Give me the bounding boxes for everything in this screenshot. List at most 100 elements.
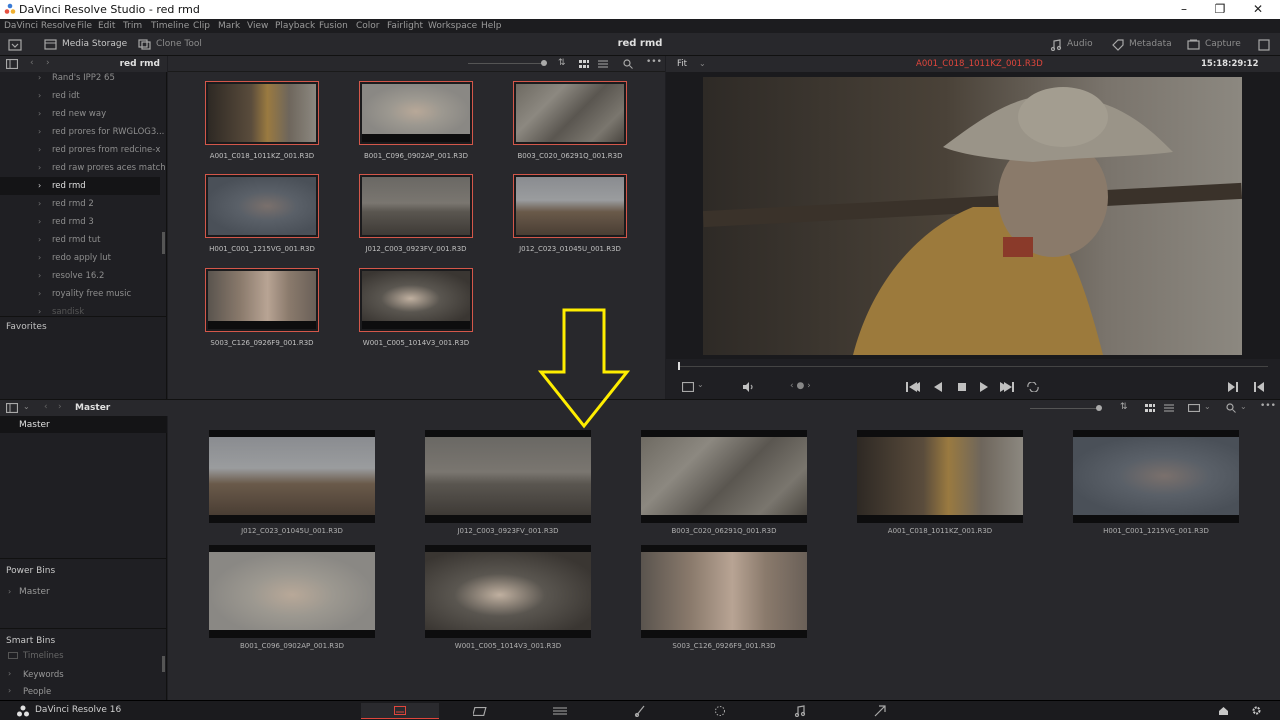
media-pool-clip[interactable] <box>857 430 1023 523</box>
power-bin-master[interactable]: › Master <box>0 584 160 601</box>
color-page-tab[interactable] <box>681 703 759 719</box>
edit-page-tab[interactable] <box>521 703 599 719</box>
media-pool-clip[interactable] <box>641 545 807 638</box>
chevron-down-icon[interactable]: ⌄ <box>699 59 706 68</box>
pool-thumb-size-slider-knob[interactable] <box>1096 405 1102 411</box>
sidebar-scrollbar[interactable] <box>162 656 165 672</box>
viewer-scrubber[interactable] <box>678 366 1268 367</box>
pool-thumb-size-slider[interactable] <box>1030 408 1098 409</box>
more-options-icon[interactable]: ••• <box>646 57 662 67</box>
gear-icon[interactable] <box>1251 705 1262 716</box>
capture-button[interactable]: Capture <box>1187 36 1241 53</box>
chevron-down-icon[interactable]: ⌄ <box>23 402 30 411</box>
panel-toggle-button[interactable] <box>8 36 24 53</box>
media-pool-clip[interactable] <box>1073 430 1239 523</box>
thumb-size-slider-knob[interactable] <box>541 60 547 66</box>
audio-button[interactable]: Audio <box>1050 36 1093 53</box>
media-pool-clip[interactable] <box>209 545 375 638</box>
menu-file[interactable]: File <box>77 20 92 32</box>
bin-master[interactable]: Master <box>0 416 167 433</box>
fullscreen-button[interactable] <box>1258 36 1270 53</box>
menu-fairlight[interactable]: Fairlight <box>387 20 423 32</box>
storage-folder-item[interactable]: › red new way <box>0 105 160 123</box>
close-button[interactable]: ✕ <box>1240 0 1276 19</box>
sort-icon[interactable]: ⇅ <box>1120 402 1128 412</box>
menu-playback[interactable]: Playback <box>275 20 315 32</box>
thumbnail-view-icon[interactable] <box>1145 404 1155 412</box>
storage-folder-item[interactable]: › royality free music <box>0 285 160 303</box>
media-page-tab[interactable] <box>361 703 439 719</box>
menu-color[interactable]: Color <box>356 20 380 32</box>
storage-folder-item[interactable]: › red idt <box>0 87 160 105</box>
forward-arrow-icon[interactable]: › <box>46 58 50 68</box>
storage-folder-item[interactable]: › red rmd 2 <box>0 195 160 213</box>
back-arrow-icon[interactable]: ‹ <box>44 402 48 412</box>
storage-folder-item[interactable]: › redo apply lut <box>0 249 160 267</box>
storage-clip-thumbnail[interactable] <box>205 268 319 332</box>
media-pool-clip[interactable] <box>209 430 375 523</box>
menu-clip[interactable]: Clip <box>193 20 210 32</box>
menu-edit[interactable]: Edit <box>98 20 115 32</box>
storage-folder-item[interactable]: › red prores for RWGLOG3... <box>0 123 164 141</box>
media-pool-clip[interactable] <box>425 545 591 638</box>
storage-folder-item[interactable]: › red rmd tut <box>0 231 160 249</box>
chevron-down-icon[interactable]: ⌄ <box>1204 402 1211 411</box>
storage-clip-thumbnail[interactable] <box>205 174 319 238</box>
storage-folder-item[interactable]: › resolve 16.2 <box>0 267 160 285</box>
menu-fusion[interactable]: Fusion <box>319 20 348 32</box>
playhead[interactable] <box>678 362 680 370</box>
storage-clip-thumbnail[interactable] <box>359 174 473 238</box>
thumbnail-view-icon[interactable] <box>579 60 589 68</box>
menu-workspace[interactable]: Workspace <box>428 20 477 32</box>
fusion-page-tab[interactable] <box>601 703 679 719</box>
search-icon[interactable] <box>623 59 633 69</box>
back-arrow-icon[interactable]: ‹ <box>30 58 34 68</box>
fairlight-page-tab[interactable] <box>761 703 839 719</box>
sidebar-toggle-icon[interactable] <box>6 59 18 69</box>
storage-folder-item[interactable]: › red raw prores aces match <box>0 159 166 177</box>
thumb-size-slider[interactable] <box>468 63 543 64</box>
sidebar-scrollbar[interactable] <box>162 232 165 254</box>
storage-folder-item[interactable]: › red rmd <box>0 177 160 195</box>
chevron-down-icon[interactable]: ⌄ <box>697 380 704 389</box>
menu-view[interactable]: View <box>247 20 268 32</box>
storage-folder-item[interactable]: › sandisk <box>0 303 160 321</box>
clone-tool-button[interactable]: Clone Tool <box>138 36 202 53</box>
storage-clip-thumbnail[interactable] <box>359 268 473 332</box>
cut-page-tab[interactable] <box>441 703 519 719</box>
storage-clip-thumbnail[interactable] <box>359 81 473 145</box>
metadata-button[interactable]: Metadata <box>1112 36 1172 53</box>
media-pool-clip[interactable] <box>641 430 807 523</box>
menu-mark[interactable]: Mark <box>218 20 240 32</box>
media-pool-clip[interactable] <box>425 430 591 523</box>
storage-folder-item[interactable]: › red prores from redcine-x <box>0 141 160 159</box>
metadata-view-icon[interactable] <box>1188 404 1200 412</box>
more-options-icon[interactable]: ••• <box>1260 401 1276 411</box>
menu-trim[interactable]: Trim <box>123 20 142 32</box>
forward-arrow-icon[interactable]: › <box>58 402 62 412</box>
volume-icon[interactable] <box>742 382 754 392</box>
storage-clip-thumbnail[interactable] <box>513 81 627 145</box>
media-storage-button[interactable]: Media Storage <box>44 36 127 53</box>
smart-bin-keywords[interactable]: › Keywords <box>0 667 160 684</box>
view-options-icon[interactable] <box>682 382 694 392</box>
jog-control[interactable]: ‹ ● › <box>790 381 811 391</box>
deliver-page-tab[interactable] <box>841 703 919 719</box>
list-view-icon[interactable] <box>598 60 608 68</box>
menu-help[interactable]: Help <box>481 20 502 32</box>
search-icon[interactable] <box>1226 403 1236 413</box>
smart-bin-people[interactable]: › People <box>0 685 160 700</box>
prev-clip-icon[interactable] <box>1254 382 1264 392</box>
storage-folder-item[interactable]: › Rand's IPP2 65 <box>0 69 160 87</box>
chevron-down-icon[interactable]: ⌄ <box>1240 402 1247 411</box>
loop-icon[interactable] <box>1026 382 1040 392</box>
home-icon[interactable] <box>1218 706 1229 716</box>
list-view-icon[interactable] <box>1164 404 1174 412</box>
menu-timeline[interactable]: Timeline <box>151 20 189 32</box>
minimize-button[interactable]: – <box>1166 0 1202 19</box>
storage-folder-item[interactable]: › red rmd 3 <box>0 213 160 231</box>
menu-davinci-resolve[interactable]: DaVinci Resolve <box>4 20 76 32</box>
smart-bin-timelines[interactable]: Timelines <box>0 650 160 667</box>
storage-clip-thumbnail[interactable] <box>513 174 627 238</box>
zoom-dropdown[interactable]: Fit <box>677 59 687 69</box>
